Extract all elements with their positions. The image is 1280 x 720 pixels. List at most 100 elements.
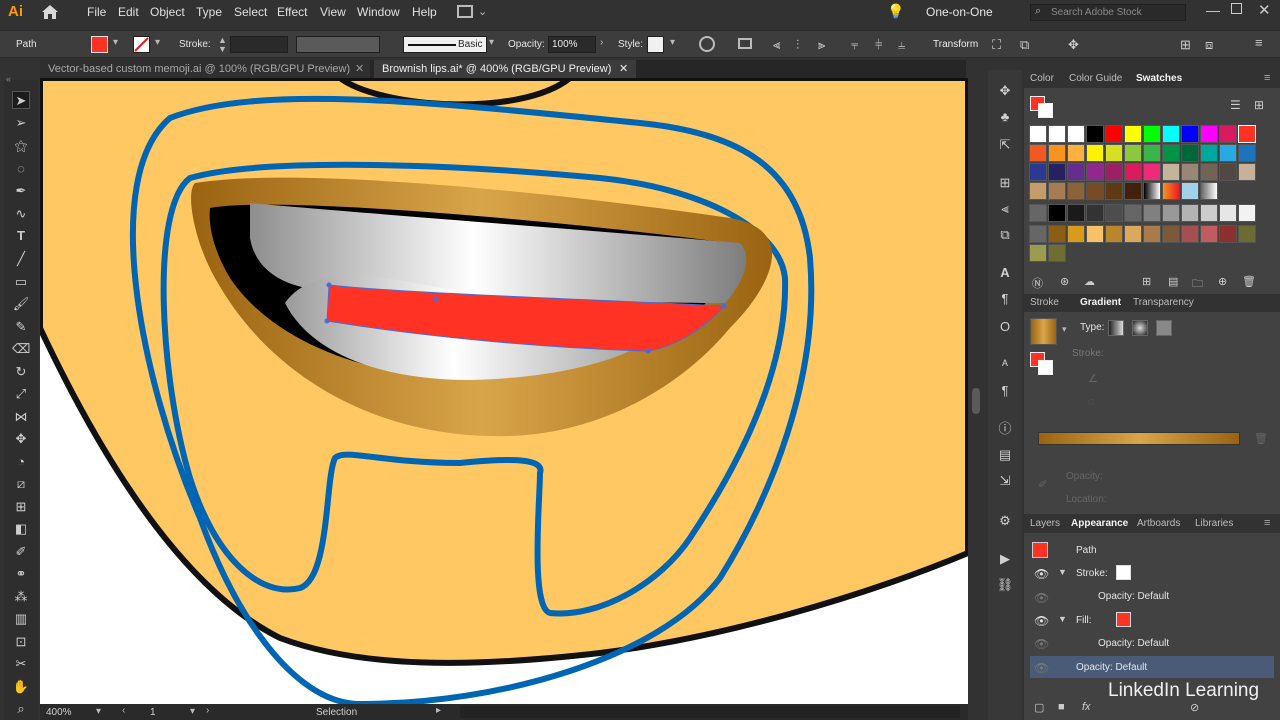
swatch[interactable] (1048, 144, 1066, 162)
swatch[interactable] (1029, 244, 1047, 262)
align-top-icon[interactable]: ⫧ (851, 37, 858, 53)
align-panel-icon[interactable]: ⫷ (996, 200, 1014, 218)
align-left-icon[interactable]: ⫷ (773, 37, 780, 53)
blend-tool-icon[interactable]: ⚭ (12, 565, 30, 583)
stroke-opacity-label[interactable]: Opacity: Default (1098, 591, 1169, 602)
artboard-number[interactable]: 1 (150, 707, 156, 718)
swatch[interactable] (1219, 144, 1237, 162)
settings-gear-icon[interactable]: ⚙ (996, 512, 1014, 530)
horizontal-scrollbar[interactable] (460, 706, 960, 718)
swatch[interactable] (1105, 225, 1123, 243)
swatch[interactable] (1181, 204, 1199, 222)
swatch[interactable] (1238, 163, 1256, 181)
add-fill-icon[interactable]: ■ (1058, 701, 1065, 713)
swatch[interactable] (1219, 125, 1237, 143)
info-icon[interactable]: ⓘ (996, 420, 1014, 438)
chevron-down-icon[interactable]: ▾ (670, 37, 675, 48)
tab-color-guide[interactable]: Color Guide (1069, 73, 1122, 84)
align-to-icon[interactable] (738, 38, 752, 49)
chevron-down-icon[interactable]: ▼ (1058, 567, 1067, 577)
gradient-preview[interactable] (1030, 318, 1057, 345)
isolate-object-icon[interactable]: ⛶ (992, 37, 1001, 53)
pen-tool-icon[interactable]: ✒ (12, 182, 30, 200)
chevron-down-icon[interactable]: ▾ (155, 37, 160, 48)
swatch-options-icon[interactable]: ⊞ (1142, 275, 1151, 288)
chevron-down-icon[interactable]: ▼ (1058, 614, 1067, 624)
object-opacity-row[interactable] (1030, 656, 1274, 678)
slice-tool-icon[interactable]: ✂ (12, 655, 30, 673)
swatch[interactable] (1086, 182, 1104, 200)
actions-play-icon[interactable]: ▶ (996, 550, 1014, 568)
delete-stop-icon[interactable]: 🗑 (1254, 432, 1268, 445)
menu-object[interactable]: Object (150, 5, 185, 19)
swatch[interactable] (1219, 163, 1237, 181)
new-color-group-icon[interactable]: ▤ (1168, 275, 1178, 288)
gradient-tool-icon[interactable]: ◧ (12, 520, 30, 538)
scale-tool-icon[interactable]: ⤢ (12, 385, 30, 403)
menu-view[interactable]: View (320, 5, 346, 19)
paintbrush-tool-icon[interactable]: 🖌 (12, 295, 30, 313)
menu-window[interactable]: Window (357, 5, 400, 19)
swatch[interactable] (1124, 204, 1142, 222)
fill-opacity-label[interactable]: Opacity: Default (1098, 638, 1169, 649)
swatch[interactable] (1219, 204, 1237, 222)
new-swatch-icon[interactable]: ⊕ (1218, 275, 1227, 288)
panel-options-icon[interactable]: ⧈ (1205, 37, 1213, 53)
recolor-artwork-icon[interactable] (699, 36, 715, 52)
chevron-down-icon[interactable]: ▾ (1062, 324, 1067, 335)
close-tab-icon[interactable]: ✕ (619, 62, 628, 75)
swatch[interactable] (1238, 204, 1256, 222)
anchor-point[interactable] (721, 303, 727, 309)
shape-builder-tool-icon[interactable]: ◔ (12, 453, 30, 471)
home-icon[interactable] (41, 4, 59, 20)
gradient-slider[interactable] (1038, 432, 1240, 445)
next-artboard-icon[interactable]: › (206, 705, 209, 716)
pathfinder-icon[interactable]: ⧉ (996, 226, 1014, 244)
swatch[interactable] (1162, 204, 1180, 222)
swatch[interactable] (1162, 225, 1180, 243)
chevron-down-icon[interactable]: ▾ (489, 37, 494, 48)
gradient-stroke-swatch[interactable] (1038, 360, 1053, 375)
swatch[interactable] (1200, 225, 1218, 243)
arrange-panels-icon[interactable]: ⊞ (1180, 37, 1191, 53)
swatch[interactable] (1200, 163, 1218, 181)
eyedropper-icon[interactable]: ✐ (1038, 478, 1047, 491)
paragraph-styles-icon[interactable]: ¶ (996, 382, 1014, 400)
collapse-toolbar-icon[interactable]: « (6, 74, 11, 84)
artboard-canvas[interactable] (40, 78, 968, 704)
panel-menu-icon[interactable]: ≡ (1264, 72, 1270, 84)
cloud-libraries-icon[interactable]: ☁ (1084, 275, 1095, 288)
new-folder-icon[interactable]: 🗀 (1192, 275, 1203, 294)
perspective-grid-tool-icon[interactable]: ⧄ (12, 475, 30, 493)
zoom-tool-icon[interactable]: ⌕ (12, 700, 30, 718)
links-icon[interactable]: ⇲ (996, 472, 1014, 490)
swatch[interactable] (1143, 204, 1161, 222)
swatch[interactable] (1029, 163, 1047, 181)
swatch[interactable] (1143, 163, 1161, 181)
shaper-tool-icon[interactable]: ✎ (12, 318, 30, 336)
swatch[interactable] (1105, 125, 1123, 143)
appearance-fill-swatch[interactable] (1116, 612, 1131, 627)
swatch[interactable] (1067, 204, 1085, 222)
menu-type[interactable]: Type (196, 5, 222, 19)
swatch[interactable] (1143, 144, 1161, 162)
tab-swatches[interactable]: Swatches (1136, 73, 1182, 84)
puppet-icon[interactable]: ✥ (996, 82, 1014, 100)
visibility-eye-icon[interactable]: 👁 (1034, 637, 1049, 651)
menu-edit[interactable]: Edit (118, 5, 139, 19)
symbols-icon[interactable]: ♣ (996, 108, 1014, 126)
swatch[interactable] (1048, 244, 1066, 262)
scrollbar-thumb[interactable] (972, 388, 980, 414)
chevron-down-icon[interactable]: ⌄ (478, 5, 487, 18)
swatch[interactable] (1105, 182, 1123, 200)
swatch[interactable] (1124, 163, 1142, 181)
visibility-eye-icon[interactable]: 👁 (1034, 614, 1049, 628)
width-tool-icon[interactable]: ⋈ (12, 408, 30, 426)
swatch-none[interactable] (1029, 125, 1047, 143)
visibility-eye-icon[interactable]: 👁 (1034, 661, 1049, 675)
menu-file[interactable]: File (87, 5, 106, 19)
align-right-icon[interactable]: ⫸ (818, 37, 825, 53)
swatch[interactable] (1048, 204, 1066, 222)
swatch-folder-icon[interactable] (1029, 225, 1047, 243)
search-stock-input[interactable]: Search Adobe Stock (1030, 4, 1186, 21)
